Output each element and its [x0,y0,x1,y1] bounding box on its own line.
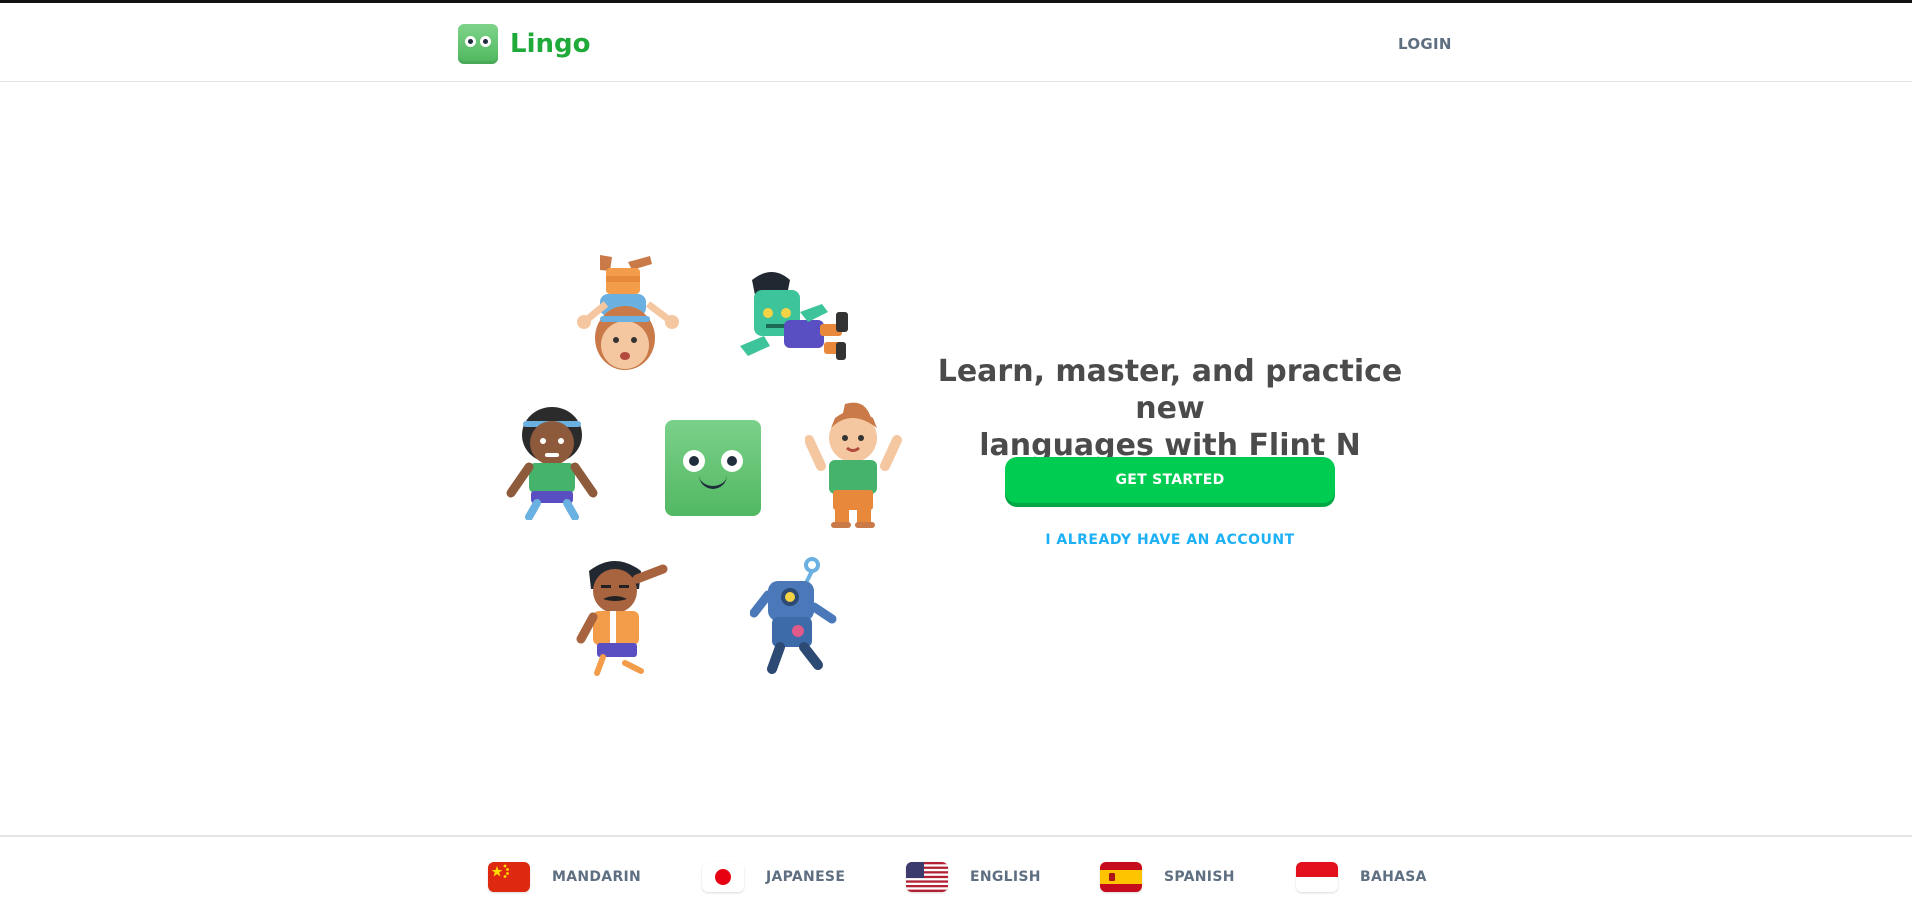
language-label: JAPANESE [766,869,846,885]
language-item-mandarin[interactable]: MANDARIN [488,862,641,892]
girl-with-headband-character-icon [506,407,598,520]
china-flag-icon [488,862,530,892]
spain-flag-icon [1100,862,1142,892]
hero-title-line-1: Learn, master, and practice new [937,354,1403,426]
language-label: BAHASA [1360,869,1427,885]
language-item-bahasa[interactable]: BAHASA [1296,862,1427,892]
robot-character-icon [750,557,837,674]
waving-boy-character-icon [805,402,902,528]
japan-flag-icon [702,862,744,892]
language-label: ENGLISH [970,869,1041,885]
mascot-eye-left [683,450,705,472]
indonesia-flag-icon [1296,862,1338,892]
brand-name: Lingo [510,29,591,59]
hero-illustration [505,250,905,680]
logo-eye-left [465,36,476,47]
logo-eye-right [480,36,491,47]
lingo-mascot-icon [665,420,761,516]
get-started-button[interactable]: GET STARTED [1005,457,1335,503]
lingo-mascot-logo-icon [458,24,498,64]
login-link[interactable]: LOGIN [1398,35,1452,53]
language-label: MANDARIN [552,869,642,885]
language-footer: MANDARIN JAPANESE ENGLISH SPANISH BAHASA [0,835,1912,914]
language-item-spanish[interactable]: SPANISH [1100,862,1235,892]
language-item-japanese[interactable]: JAPANESE [702,862,845,892]
already-have-account-link[interactable]: I ALREADY HAVE AN ACCOUNT [1005,532,1335,548]
brand-logo-link[interactable]: Lingo [458,24,590,64]
zombie-character-icon [740,272,848,360]
mustache-man-character-icon [576,561,668,676]
mascot-eye-right [721,450,743,472]
site-header: Lingo LOGIN [0,3,1912,82]
mascot-mouth [699,472,727,489]
language-label: SPANISH [1164,869,1235,885]
language-item-english[interactable]: ENGLISH [906,862,1041,892]
upside-down-girl-character-icon [577,255,679,370]
usa-flag-icon [906,862,948,892]
